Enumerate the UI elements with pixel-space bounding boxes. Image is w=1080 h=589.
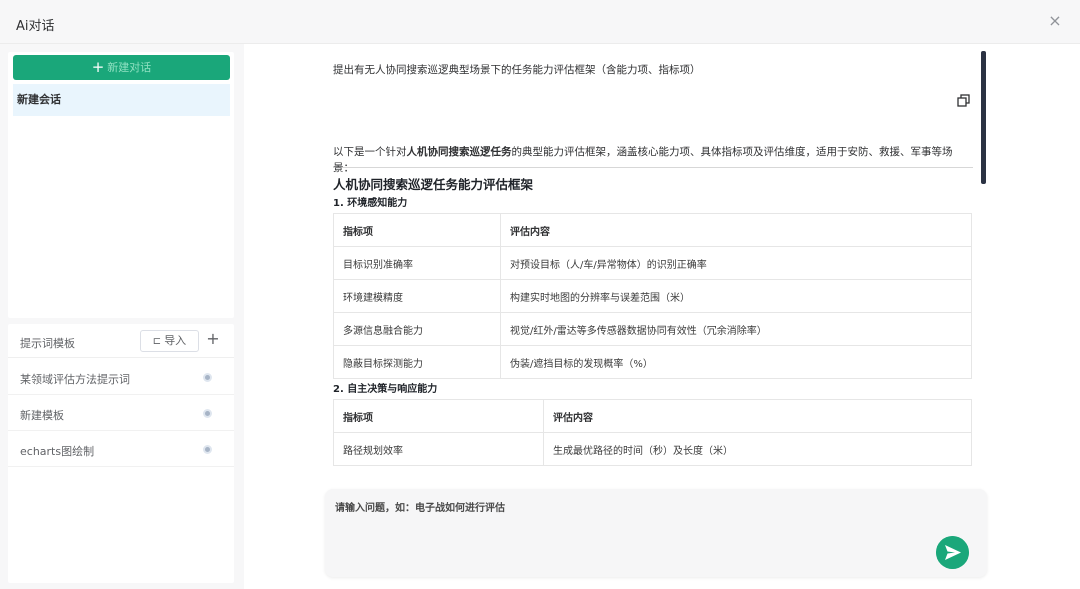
window-title: Ai对话: [16, 19, 55, 34]
table-header-cell: 评估内容: [500, 213, 972, 247]
section-table: 指标项 评估内容 目标识别准确率 对预设目标（人/车/异常物体）的识别正确率 环…: [333, 213, 972, 379]
template-item[interactable]: 某领域评估方法提示词: [8, 359, 234, 395]
table-row: 隐蔽目标探测能力 伪装/遮挡目标的发现概率（%）: [333, 345, 972, 379]
table-cell: 环境建模精度: [333, 279, 501, 313]
table-cell: 伪装/遮挡目标的发现概率（%）: [500, 345, 972, 379]
conversation-item[interactable]: 新建会话: [13, 84, 230, 116]
import-button[interactable]: ⊏ 导入: [140, 330, 199, 352]
template-item[interactable]: 新建模板: [8, 395, 234, 431]
table-header-row: 指标项 评估内容: [333, 213, 972, 247]
table-header-cell: 指标项: [333, 213, 501, 247]
table-cell: 视觉/红外/雷达等多传感器数据协同有效性（冗余消除率）: [500, 312, 972, 346]
answer-title: 人机协同搜索巡逻任务能力评估框架: [333, 177, 534, 192]
answer-intro: 以下是一个针对人机协同搜索巡逻任务的典型能力评估框架，涵盖核心能力项、具体指标项…: [333, 144, 973, 174]
template-item-label: 新建模板: [20, 409, 64, 422]
table-header-cell: 指标项: [333, 399, 544, 433]
copy-icon[interactable]: [957, 94, 970, 107]
conversation-panel: + 新建对话 新建会话: [8, 52, 234, 318]
table-row: 环境建模精度 构建实时地图的分辨率与误差范围（米）: [333, 279, 972, 313]
template-item[interactable]: echarts图绘制: [8, 431, 234, 467]
section-table: 指标项 评估内容 路径规划效率 生成最优路径的时间（秒）及长度（米）: [333, 399, 972, 466]
user-message: 提出有无人协同搜索巡逻典型场景下的任务能力评估框架（含能力项、指标项）: [333, 64, 701, 76]
template-status-icon: [203, 373, 212, 382]
table-header-cell: 评估内容: [543, 399, 972, 433]
send-icon[interactable]: [936, 536, 969, 569]
table-row: 目标识别准确率 对预设目标（人/车/异常物体）的识别正确率: [333, 246, 972, 280]
table-row: 路径规划效率 生成最优路径的时间（秒）及长度（米）: [333, 432, 972, 466]
table-cell: 隐蔽目标探测能力: [333, 345, 501, 379]
intro-prefix: 以下是一个针对: [333, 146, 407, 158]
table-cell: 对预设目标（人/车/异常物体）的识别正确率: [500, 246, 972, 280]
template-item-label: 某领域评估方法提示词: [20, 373, 130, 386]
window-header: Ai对话 ×: [0, 0, 1080, 44]
template-item-label: echarts图绘制: [20, 445, 95, 458]
table-cell: 生成最优路径的时间（秒）及长度（米）: [543, 432, 972, 466]
close-icon[interactable]: ×: [1046, 12, 1064, 30]
plus-icon: +: [91, 58, 105, 76]
scrollbar-thumb[interactable]: [981, 51, 986, 184]
sidebar: + 新建对话 新建会话 提示词模板 ⊏ 导入 + 某领域评估方法提示词 新建模板 e…: [0, 44, 244, 589]
template-status-icon: [203, 445, 212, 454]
template-header: 提示词模板 ⊏ 导入 +: [8, 324, 234, 358]
intro-bold: 人机协同搜索巡逻任务: [406, 146, 512, 158]
add-template-icon[interactable]: +: [205, 329, 221, 349]
assistant-answer: 以下是一个针对人机协同搜索巡逻任务的典型能力评估框架，涵盖核心能力项、具体指标项…: [333, 144, 973, 466]
table-cell: 目标识别准确率: [333, 246, 501, 280]
chat-input-box: [325, 489, 987, 577]
import-label: 导入: [164, 334, 187, 347]
table-cell: 多源信息融合能力: [333, 312, 501, 346]
table-cell: 构建实时地图的分辨率与误差范围（米）: [500, 279, 972, 313]
section-heading: 2. 自主决策与响应能力: [333, 384, 438, 395]
section-heading: 1. 环境感知能力: [333, 198, 408, 209]
table-cell: 路径规划效率: [333, 432, 544, 466]
table-header-row: 指标项 评估内容: [333, 399, 972, 433]
chat-area: 提出有无人协同搜索巡逻典型场景下的任务能力评估框架（含能力项、指标项） 以下是一…: [244, 44, 1080, 589]
import-icon: ⊏: [152, 336, 162, 347]
new-chat-label: 新建对话: [107, 61, 152, 74]
chat-input[interactable]: [335, 499, 915, 529]
template-panel: 提示词模板 ⊏ 导入 + 某领域评估方法提示词 新建模板 echarts图绘制: [8, 324, 234, 583]
new-chat-button[interactable]: + 新建对话: [13, 55, 230, 80]
table-row: 多源信息融合能力 视觉/红外/雷达等多传感器数据协同有效性（冗余消除率）: [333, 312, 972, 346]
template-status-icon: [203, 409, 212, 418]
template-header-label: 提示词模板: [20, 337, 75, 350]
